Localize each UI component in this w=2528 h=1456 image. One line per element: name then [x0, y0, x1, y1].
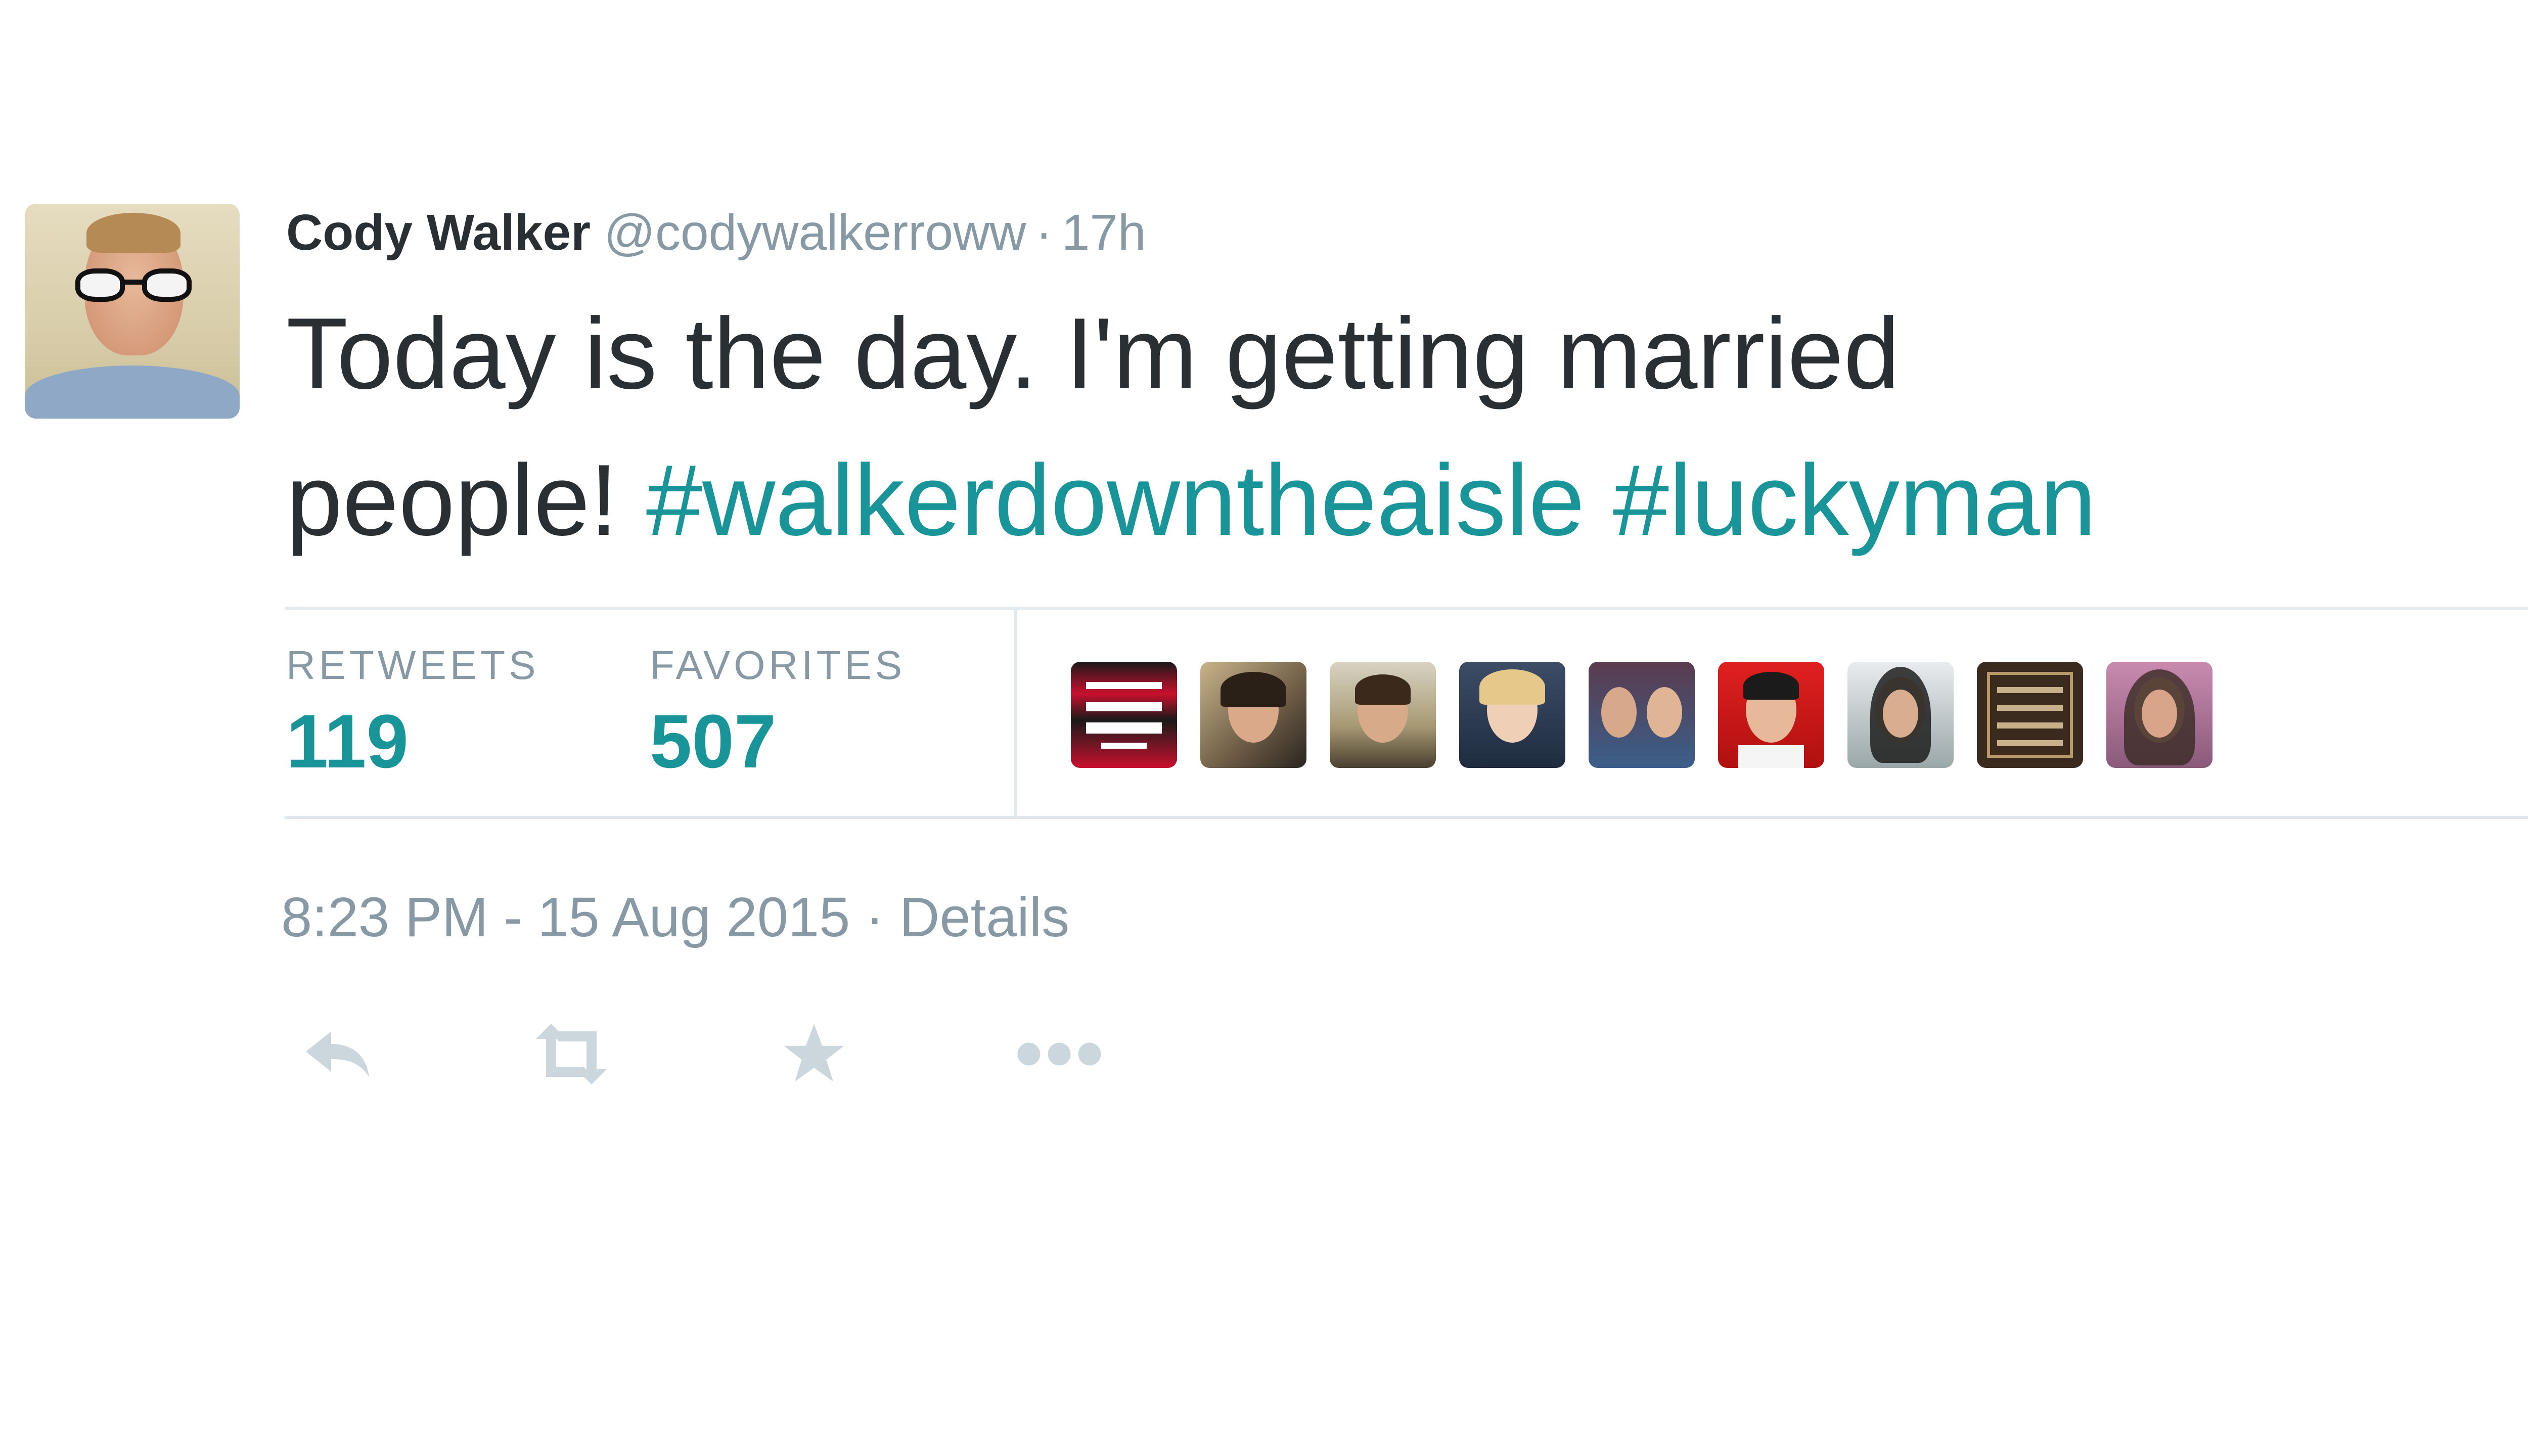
- retweets-label: RETWEETS: [286, 643, 539, 688]
- author-handle[interactable]: @codywalkerroww: [604, 204, 1026, 261]
- favoriter-avatar-3[interactable]: [1330, 662, 1436, 768]
- reply-button[interactable]: [288, 1016, 389, 1092]
- author-name[interactable]: Cody Walker: [286, 204, 591, 261]
- favoriter-avatar-8[interactable]: [1977, 662, 2083, 768]
- stats-divider: [1014, 610, 1017, 816]
- favoriter-avatar-1[interactable]: [1071, 662, 1177, 768]
- page: Cody Walker @codywalkerroww · 17h Today …: [0, 0, 2528, 1456]
- tweet-timestamp[interactable]: 8:23 PM - 15 Aug 2015: [281, 886, 850, 948]
- hashtag-luckyman[interactable]: #luckyman: [1613, 444, 2096, 557]
- favoriter-avatar-9[interactable]: [2106, 662, 2213, 768]
- author-avatar[interactable]: [25, 204, 240, 419]
- favorites-stat[interactable]: FAVORITES 507: [650, 640, 906, 792]
- favoriter-avatar-6[interactable]: [1718, 662, 1824, 768]
- favorite-star-icon: [784, 1024, 844, 1082]
- meta-separator: ·: [865, 886, 884, 948]
- tweet-text-line-1: Today is the day. I'm getting married: [286, 297, 1900, 410]
- favoriter-avatar-4[interactable]: [1459, 662, 1565, 768]
- relative-time[interactable]: 17h: [1062, 204, 1146, 261]
- tweet-header: Cody Walker @codywalkerroww · 17h: [286, 200, 1146, 265]
- tweet-card: Cody Walker @codywalkerroww · 17h Today …: [0, 0, 2528, 1456]
- more-options-button[interactable]: [1009, 1016, 1110, 1092]
- favoriter-avatar-5[interactable]: [1589, 662, 1695, 768]
- retweets-count: 119: [286, 699, 409, 784]
- favoriter-avatar-2[interactable]: [1200, 662, 1306, 768]
- details-link[interactable]: Details: [899, 886, 1069, 948]
- favorites-label: FAVORITES: [650, 643, 906, 688]
- retweets-stat[interactable]: RETWEETS 119: [286, 640, 539, 792]
- reply-icon: [306, 1031, 369, 1077]
- tweet-meta: 8:23 PM - 15 Aug 2015 · Details: [281, 882, 1069, 953]
- retweet-button[interactable]: [521, 1016, 622, 1092]
- tweet-text: Today is the day. I'm getting married pe…: [286, 281, 2528, 574]
- favorites-count: 507: [650, 699, 777, 784]
- favoriter-avatar-7[interactable]: [1847, 662, 1954, 768]
- tweet-stats: RETWEETS 119 FAVORITES 507: [285, 607, 2528, 819]
- tweet-text-line-2: people!: [286, 444, 646, 557]
- retweet-icon: [536, 1024, 607, 1084]
- more-options-icon: [1017, 1042, 1101, 1066]
- favorite-button[interactable]: [763, 1016, 865, 1092]
- hashtag-walkerdowntheaisle[interactable]: #walkerdowntheaisle: [646, 444, 1585, 557]
- separator-dot: ·: [1035, 204, 1053, 261]
